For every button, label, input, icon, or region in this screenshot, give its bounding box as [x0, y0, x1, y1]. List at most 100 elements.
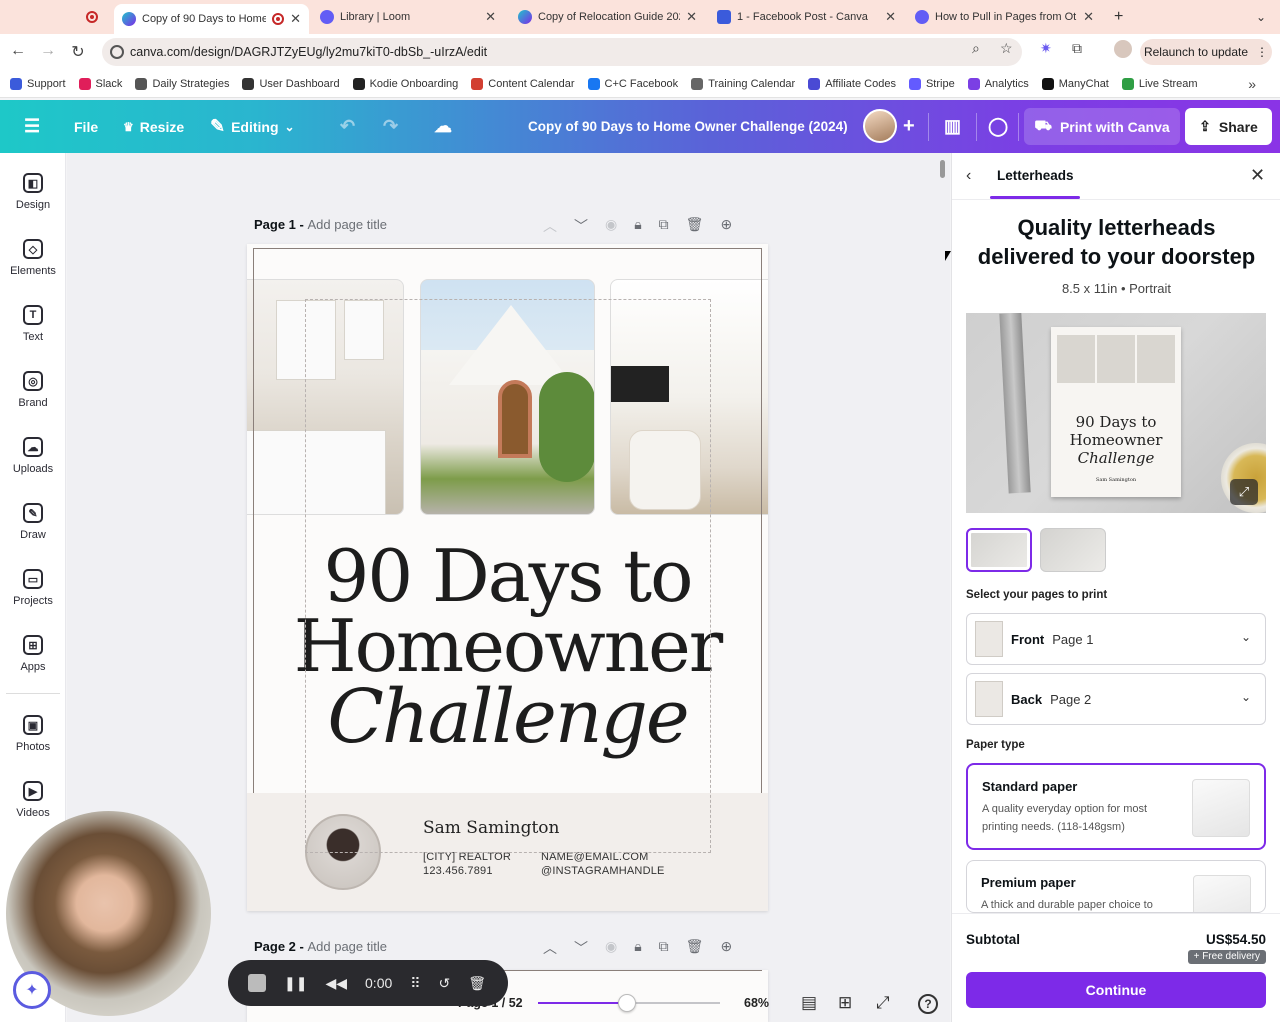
agent-instagram[interactable]: @INSTAGRAMHANDLE: [541, 865, 665, 877]
resize-button[interactable]: ♛ Resize: [123, 100, 184, 153]
site-info-icon[interactable]: [110, 45, 124, 59]
page-1-heading[interactable]: Page 1 - Add page title: [254, 217, 387, 232]
bookmark-item[interactable]: Kodie Onboarding: [352, 77, 458, 90]
close-tab-icon[interactable]: ✕: [686, 9, 697, 25]
print-with-canva-button[interactable]: ⛟ Print with Canva: [1024, 108, 1180, 145]
add-page-icon[interactable]: ⊕: [720, 938, 732, 958]
collaborator-avatar[interactable]: [863, 109, 897, 143]
fullscreen-icon[interactable]: ⤢: [876, 993, 890, 1013]
bookmark-star-icon[interactable]: ☆: [1000, 40, 1013, 57]
grid-view-icon[interactable]: ⊞: [838, 993, 852, 1013]
page-2-heading[interactable]: Page 2 - Add page title: [254, 939, 387, 954]
agent-name[interactable]: Sam Samington: [423, 818, 560, 838]
tab-how-to-pull[interactable]: How to Pull in Pages from Ot ✕: [907, 4, 1102, 30]
tab-loom[interactable]: Library | Loom ✕: [312, 4, 504, 30]
back-chevron-icon[interactable]: ‹: [966, 167, 971, 185]
expand-icon[interactable]: ⤢: [1230, 479, 1258, 505]
headline-line-3[interactable]: Challenge: [247, 674, 768, 760]
tab-canva-active[interactable]: Copy of 90 Days to Home ✕: [114, 4, 309, 34]
lock-icon[interactable]: 🔒︎: [634, 938, 641, 958]
document-title[interactable]: Copy of 90 Days to Home Owner Challenge …: [528, 100, 848, 153]
bookmark-item[interactable]: Daily Strategies: [135, 77, 229, 90]
product-preview-image[interactable]: 90 Days to Homeowner Challenge Sam Samin…: [966, 313, 1266, 513]
page-2-title-placeholder[interactable]: Add page title: [307, 939, 387, 954]
bookmark-item[interactable]: C+C Facebook: [587, 77, 678, 90]
bookmark-item[interactable]: Affiliate Codes: [808, 77, 896, 90]
save-status-button[interactable]: ☁: [434, 100, 452, 153]
stop-recording-icon[interactable]: [248, 974, 266, 992]
redo-button[interactable]: ↷: [383, 100, 398, 153]
front-page-select[interactable]: Front Page 1 ⌄: [966, 613, 1266, 665]
url-field[interactable]: canva.com/design/DAGRJTZyEUg/ly2mu7kiT0-…: [102, 38, 1022, 66]
bookmark-item[interactable]: User Dashboard: [242, 77, 340, 90]
move-down-icon[interactable]: ﹀: [574, 938, 588, 958]
rail-item-apps[interactable]: ⊞ Apps: [0, 635, 66, 695]
reload-icon[interactable]: ↻: [68, 42, 88, 62]
duplicate-icon[interactable]: ⧉: [659, 216, 669, 236]
new-tab-button[interactable]: +: [1106, 4, 1132, 30]
bookmark-item[interactable]: Support: [10, 77, 66, 90]
tab-list-button[interactable]: ⌄: [1248, 4, 1274, 30]
panel-tab-letterheads[interactable]: Letterheads: [997, 168, 1074, 183]
rail-item-uploads[interactable]: ☁ Uploads: [0, 437, 66, 497]
insights-button[interactable]: ▥: [944, 100, 961, 153]
add-collaborator-button[interactable]: +: [903, 100, 915, 153]
premium-paper-option[interactable]: Premium paper A thick and durable paper …: [966, 860, 1266, 913]
preview-thumbnail-1[interactable]: [966, 528, 1032, 572]
back-arrow-icon[interactable]: ←: [8, 42, 28, 60]
bookmark-item[interactable]: Stripe: [908, 77, 955, 90]
rail-item-text[interactable]: T Text: [0, 305, 66, 365]
undo-button[interactable]: ↶: [340, 100, 355, 153]
restart-icon[interactable]: ↺: [439, 975, 451, 992]
extensions-puzzle-icon[interactable]: ⧉: [1072, 40, 1082, 57]
bookmark-item[interactable]: Content Calendar: [471, 77, 575, 90]
trash-icon[interactable]: 🗑︎: [686, 938, 704, 958]
pause-icon[interactable]: ❚❚: [284, 975, 307, 992]
profile-avatar[interactable]: [1114, 40, 1132, 58]
loom-sparkle-icon[interactable]: ✦: [13, 971, 51, 1009]
duplicate-icon[interactable]: ⧉: [659, 938, 669, 958]
bookmark-item[interactable]: Training Calendar: [691, 77, 795, 90]
relaunch-button[interactable]: Relaunch to update ⋮: [1140, 39, 1272, 65]
tab-recording[interactable]: [78, 4, 108, 30]
comments-button[interactable]: ◯: [988, 100, 1008, 153]
rail-item-projects[interactable]: ▭ Projects: [0, 569, 66, 629]
bookmark-item[interactable]: Slack: [78, 77, 122, 90]
rail-item-brand[interactable]: ◎ Brand: [0, 371, 66, 431]
menu-button[interactable]: ☰: [24, 100, 40, 153]
more-bookmarks-icon[interactable]: »: [1248, 76, 1256, 92]
close-tab-icon[interactable]: ✕: [290, 11, 301, 27]
agent-phone[interactable]: 123.456.7891: [423, 865, 493, 877]
move-up-icon[interactable]: ︿: [543, 938, 557, 958]
agent-email[interactable]: NAME@EMAIL.COM: [541, 851, 648, 863]
extension-gear-icon[interactable]: ✷: [1040, 40, 1052, 57]
bookmark-item[interactable]: Live Stream: [1121, 77, 1198, 90]
trash-icon[interactable]: 🗑︎: [468, 975, 486, 992]
forward-arrow-icon[interactable]: →: [38, 42, 58, 60]
bookmark-item[interactable]: ManyChat: [1041, 77, 1109, 90]
agent-portrait[interactable]: [305, 814, 381, 890]
share-button[interactable]: ⇪ Share: [1185, 108, 1272, 145]
page-1-title-placeholder[interactable]: Add page title: [307, 217, 387, 232]
zoom-magnifier-icon[interactable]: ⌕: [972, 40, 980, 57]
close-tab-icon[interactable]: ✕: [1083, 9, 1094, 25]
help-icon[interactable]: ?: [918, 994, 938, 1014]
close-icon[interactable]: ✕: [1250, 165, 1265, 186]
close-tab-icon[interactable]: ✕: [485, 9, 496, 25]
move-down-icon[interactable]: ﹀: [574, 216, 588, 236]
agent-city[interactable]: [CITY] REALTOR: [423, 851, 511, 863]
bookmark-item[interactable]: Analytics: [967, 77, 1029, 90]
continue-button[interactable]: Continue: [966, 972, 1266, 1008]
standard-paper-option[interactable]: Standard paper A quality everyday option…: [966, 763, 1266, 850]
zoom-percentage[interactable]: 68%: [744, 996, 769, 1010]
notes-view-icon[interactable]: ▤: [801, 993, 817, 1013]
page-1[interactable]: 90 Days to Homeowner Challenge Sam Samin…: [247, 244, 768, 911]
tab-relocation-guide[interactable]: Copy of Relocation Guide 202 ✕: [510, 4, 705, 30]
back-page-select[interactable]: Back Page 2 ⌄: [966, 673, 1266, 725]
editing-mode-button[interactable]: ✎ Editing ⌄: [210, 100, 295, 153]
rail-item-elements[interactable]: ◇ Elements: [0, 239, 66, 299]
rail-item-draw[interactable]: ✎ Draw: [0, 503, 66, 563]
hide-eye-icon[interactable]: ◉: [605, 216, 617, 236]
vertical-scrollbar[interactable]: [940, 160, 945, 178]
trash-icon[interactable]: 🗑︎: [686, 216, 704, 236]
